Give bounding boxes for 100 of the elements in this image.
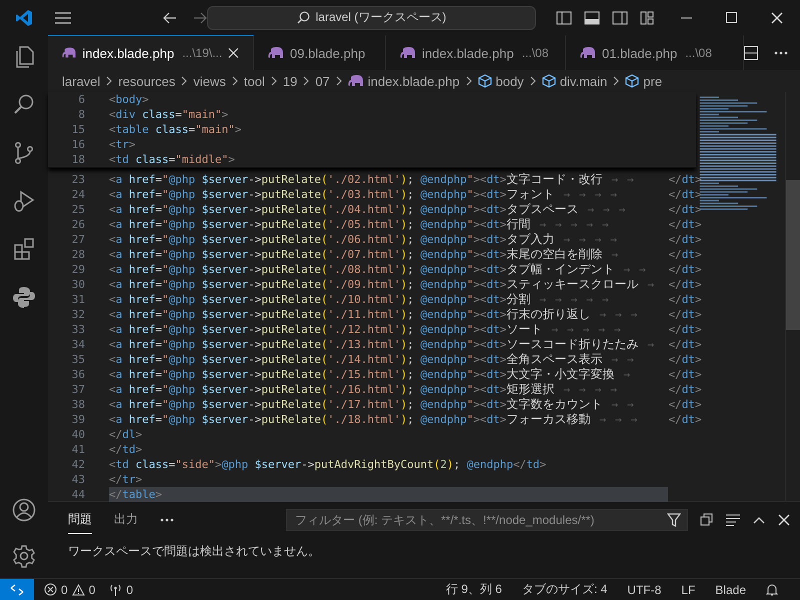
line-number: 23 xyxy=(70,172,85,187)
chevron-icon xyxy=(180,76,188,86)
cube-icon xyxy=(625,74,640,88)
filter-field[interactable]: フィルター (例: テキスト、**/*.ts、!**/node_modules/**) xyxy=(286,508,688,530)
secondary-sidebar-icon[interactable] xyxy=(612,10,628,24)
breadcrumb-item[interactable]: tool xyxy=(244,74,265,88)
line-number: 36 xyxy=(70,367,85,382)
line-number: 31 xyxy=(70,292,85,307)
line-number: 25 xyxy=(70,202,85,217)
stacked-squares-icon[interactable] xyxy=(700,513,713,526)
cube-icon xyxy=(542,74,556,88)
bell-icon[interactable] xyxy=(766,583,778,596)
layout-grid-icon[interactable] xyxy=(640,10,654,24)
breadcrumb-item[interactable]: div.main xyxy=(542,74,608,88)
chevron-icon xyxy=(105,76,114,86)
line-number: 38 xyxy=(70,397,85,412)
remote-button[interactable] xyxy=(0,579,34,600)
command-search-field[interactable]: laravel (ワークスペース) xyxy=(206,6,536,30)
code-line: <a href="@php $server->putRelate('./18.html'); @endphp"><dt>フォーカス移動 → → → </dt> xyxy=(109,412,702,427)
elephant-icon xyxy=(400,47,416,59)
panel-toggle-icon[interactable] xyxy=(584,10,600,24)
more-icon[interactable] xyxy=(774,50,788,54)
maximize-icon[interactable] xyxy=(726,12,737,22)
editor-tab[interactable]: 01.blade.php ...\08 xyxy=(566,35,744,70)
code-line: <a href="@php $server->putRelate('./08.html'); @endphp"><dt>タブ幅・インデント → → </dt> xyxy=(109,262,702,277)
app-logo-icon[interactable] xyxy=(15,8,33,26)
code-line: <a href="@php $server->putRelate('./12.html'); @endphp"><dt>ソート → → → → → </dt> xyxy=(109,322,702,337)
elephant-icon xyxy=(348,75,364,87)
problems-message: ワークスペースで問題は検出されていません。 xyxy=(67,543,321,560)
breadcrumb-item[interactable]: 07 xyxy=(315,74,330,88)
code-line: <a href="@php $server->putRelate('./11.html'); @endphp"><dt>行末の折り返し → → → </dt> xyxy=(109,307,702,322)
close-icon[interactable] xyxy=(778,514,790,526)
status-item[interactable]: 行 9、列 6 xyxy=(446,581,502,598)
account-icon[interactable] xyxy=(12,498,36,522)
code-line: <body> xyxy=(109,92,149,107)
breadcrumb-item[interactable]: pre xyxy=(625,74,662,88)
filter-icon[interactable] xyxy=(667,512,681,526)
line-number: 16 xyxy=(70,137,85,152)
line-number: 44 xyxy=(70,487,85,502)
code-line: <a href="@php $server->putRelate('./17.html'); @endphp"><dt>文字数をカウント → → </dt> xyxy=(109,397,702,412)
line-number: 18 xyxy=(70,152,85,167)
error-icon xyxy=(44,583,57,596)
line-number: 33 xyxy=(70,322,85,337)
blocks-icon[interactable] xyxy=(12,237,36,261)
menu-icon[interactable] xyxy=(55,12,71,24)
chevron-icon xyxy=(334,76,343,86)
play-bug-icon[interactable] xyxy=(12,189,36,213)
cube-icon xyxy=(478,74,492,88)
breadcrumb-item[interactable]: index.blade.php xyxy=(348,74,460,88)
back-arrow-icon[interactable] xyxy=(162,12,177,24)
editor-tab[interactable]: 09.blade.php xyxy=(254,35,386,70)
chevron-up-icon[interactable] xyxy=(753,516,765,524)
status-item[interactable]: LF xyxy=(681,582,696,596)
line-number: 37 xyxy=(70,382,85,397)
breadcrumb-item[interactable]: views xyxy=(193,74,226,88)
line-number: 32 xyxy=(70,307,85,322)
code-line: <a href="@php $server->putRelate('./15.html'); @endphp"><dt>大文字・小文字変換 → </dt> xyxy=(109,367,702,382)
split-editor-icon[interactable] xyxy=(744,46,758,60)
antenna-icon xyxy=(109,583,122,596)
python-icon[interactable] xyxy=(12,285,36,309)
status-item[interactable]: Blade xyxy=(715,582,746,596)
close-icon[interactable] xyxy=(228,47,239,59)
code-line: <a href="@php $server->putRelate('./02.html'); @endphp"><dt>文字コード・改行 → → </dt> xyxy=(109,172,702,187)
warning-icon xyxy=(72,584,85,596)
editor-tab[interactable]: index.blade.php ...\19\... xyxy=(48,35,254,70)
code-line: <div class="main"> xyxy=(109,107,228,122)
breadcrumb-item[interactable]: resources xyxy=(118,74,176,88)
status-item[interactable]: UTF-8 xyxy=(627,582,662,596)
more-icon[interactable] xyxy=(160,518,174,522)
lines-icon[interactable] xyxy=(726,514,740,526)
breadcrumb-item[interactable]: 19 xyxy=(282,74,298,88)
code-line: </td> xyxy=(109,442,142,457)
ports-count[interactable]: 0 xyxy=(126,582,134,596)
breadcrumb-item[interactable]: body xyxy=(478,74,524,88)
settings-icon[interactable] xyxy=(12,544,36,568)
warning-count[interactable]: 0 xyxy=(88,582,96,596)
line-number: 40 xyxy=(70,427,85,442)
editor-tab[interactable]: index.blade.php ...\08 xyxy=(386,35,566,70)
breadcrumb-item[interactable]: laravel xyxy=(62,74,100,88)
search-icon xyxy=(296,11,310,24)
line-number: 42 xyxy=(70,457,85,472)
panel-tab[interactable]: 出力 xyxy=(114,505,138,534)
line-number: 26 xyxy=(70,217,85,232)
remote-icon xyxy=(10,584,24,596)
line-number: 35 xyxy=(70,352,85,367)
code-line: </dl> xyxy=(109,427,142,442)
panel-tab[interactable]: 問題 xyxy=(68,505,92,534)
scrollbar-thumb[interactable] xyxy=(786,180,800,330)
chevron-icon xyxy=(528,76,537,86)
error-count[interactable]: 0 xyxy=(61,582,68,596)
code-line: <a href="@php $server->putRelate('./07.html'); @endphp"><dt>末尾の空白を削除 → </dt> xyxy=(109,247,702,262)
code-line: <tr> xyxy=(109,137,136,152)
forward-arrow-icon[interactable] xyxy=(192,12,207,24)
branch-icon[interactable] xyxy=(12,141,36,165)
code-line: <a href="@php $server->putRelate('./06.html'); @endphp"><dt>タブ入力 → → → → </dt> xyxy=(109,232,702,247)
code-line: <a href="@php $server->putRelate('./14.html'); @endphp"><dt>全角スペース表示 → → </dt> xyxy=(109,352,702,367)
code-line: <a href="@php $server->putRelate('./09.html'); @endphp"><dt>スティッキースクロール → </dt> xyxy=(109,277,702,292)
sidebar-toggle-icon[interactable] xyxy=(556,10,572,24)
status-item[interactable]: タブのサイズ: 4 xyxy=(522,581,608,598)
close-icon[interactable] xyxy=(771,12,783,24)
